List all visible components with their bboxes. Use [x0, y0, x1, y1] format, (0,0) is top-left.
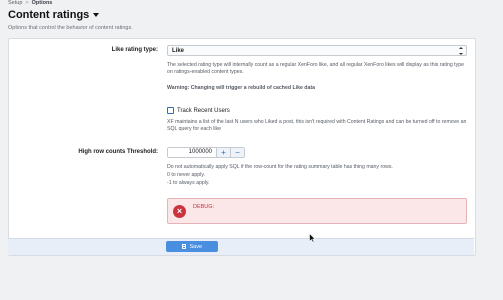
track-recent-users-option[interactable]: Track Recent Users	[167, 107, 230, 114]
debug-error-box: × DEBUG:	[167, 198, 467, 224]
save-button-label: Save	[189, 243, 203, 250]
page-title-text: Content ratings	[8, 9, 90, 21]
breadcrumb-separator: >	[25, 0, 29, 6]
breadcrumb: Setup > Options	[8, 0, 52, 6]
like-rating-type-select[interactable]: Like	[167, 45, 467, 56]
high-row-threshold-input[interactable]: 1000000	[168, 148, 216, 157]
like-rating-type-value: Like	[172, 47, 185, 54]
track-recent-users-checkbox[interactable]	[167, 107, 174, 114]
breadcrumb-options[interactable]: Options	[32, 0, 53, 6]
debug-label: DEBUG:	[193, 204, 215, 210]
save-button[interactable]: Save	[166, 241, 218, 252]
like-rating-type-hint: The selected rating type will internally…	[167, 62, 464, 75]
breadcrumb-setup[interactable]: Setup	[8, 0, 22, 6]
decrement-button[interactable]: −	[230, 148, 244, 157]
high-row-threshold-label: High row counts Threshold:	[78, 149, 158, 155]
x-circle-icon: ×	[173, 205, 186, 218]
form-footer: Save	[8, 238, 474, 255]
caret-down-icon[interactable]	[93, 13, 100, 17]
track-recent-users-label[interactable]: Track Recent Users	[177, 108, 230, 114]
high-row-threshold-hint-3: -1 to always apply.	[167, 180, 210, 186]
high-row-threshold-hint-1: Do not automatically apply SQL if the ro…	[167, 164, 393, 170]
high-row-threshold-hint-2: 0 to never apply.	[167, 172, 205, 178]
like-rating-type-label: Like rating type:	[111, 47, 158, 53]
track-recent-users-hint: XF maintains a list of the last N users …	[167, 119, 467, 132]
save-icon	[181, 244, 187, 249]
high-row-threshold-stepper[interactable]: 1000000 + −	[167, 147, 245, 158]
page-title[interactable]: Content ratings	[8, 9, 100, 21]
select-updown-icon	[459, 47, 463, 55]
options-panel: Like rating type: Like The selected rati…	[8, 38, 476, 256]
increment-button[interactable]: +	[216, 148, 230, 157]
like-rating-type-warning: Warning: Changing will trigger a rebuild…	[167, 85, 315, 91]
page-description: Options that control the behavior of con…	[8, 25, 133, 31]
